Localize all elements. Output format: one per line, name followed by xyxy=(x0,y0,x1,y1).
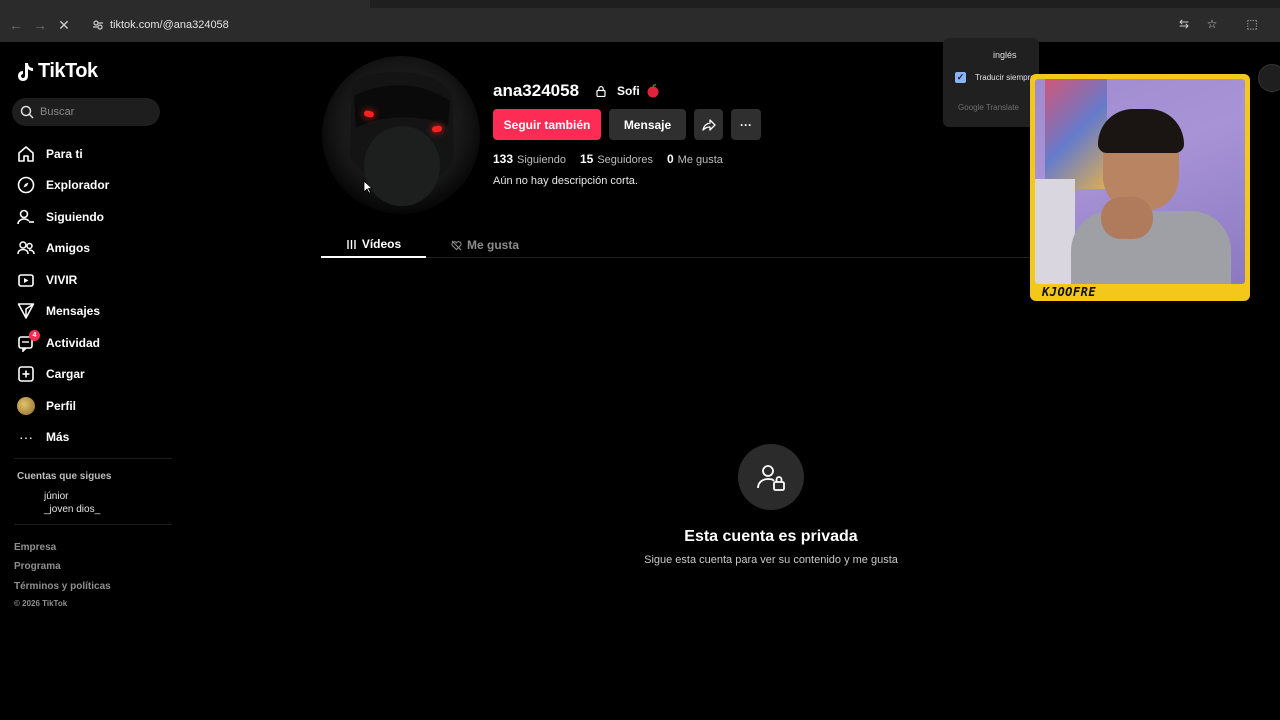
following-account[interactable]: júnior xyxy=(44,491,68,502)
follow-back-button[interactable]: Seguir también xyxy=(493,109,601,140)
following-accounts-title: Cuentas que sigues xyxy=(17,471,112,482)
address-bar: ← → ✕ tiktok.com/@ana324058 ⇆ ☆ ⬚ xyxy=(0,8,1280,42)
translate-icon[interactable]: ⇆ xyxy=(1176,16,1192,32)
user-follow-icon xyxy=(16,207,36,227)
footer-link-terminos[interactable]: Términos y políticas xyxy=(14,581,111,592)
sidebar-nav: Para ti Explorador Siguiendo Amigos VIVI… xyxy=(16,138,109,453)
profile-tabs: Vídeos Me gusta xyxy=(321,232,1041,258)
notification-badge: 4 xyxy=(29,330,40,341)
home-icon xyxy=(16,144,36,164)
footer-link-programa[interactable]: Programa xyxy=(14,561,61,572)
send-icon xyxy=(16,301,36,321)
sidebar-item-siguiendo[interactable]: Siguiendo xyxy=(16,201,109,233)
browser-tab[interactable] xyxy=(0,0,370,8)
stat-followers[interactable]: 15 Seguidores xyxy=(580,150,653,168)
divider xyxy=(14,458,172,459)
sidebar-item-label: Cargar xyxy=(46,367,85,382)
site-info-icon[interactable] xyxy=(92,19,104,31)
sidebar: TikTok Para ti Explorador Siguiendo Amig… xyxy=(0,42,178,720)
stop-icon[interactable]: ✕ xyxy=(52,13,76,37)
translate-language[interactable]: inglés xyxy=(993,50,1017,60)
back-icon[interactable]: ← xyxy=(4,13,28,37)
search-box[interactable] xyxy=(12,98,160,126)
tiktok-note-icon xyxy=(18,62,33,81)
divider xyxy=(14,524,172,525)
sidebar-item-label: Perfil xyxy=(46,398,77,413)
message-button[interactable]: Mensaje xyxy=(609,109,686,140)
profile-nickname: Sofi xyxy=(617,84,640,98)
search-input[interactable] xyxy=(40,106,150,118)
apple-emoji-icon xyxy=(647,84,659,98)
tab-likes-label: Me gusta xyxy=(467,238,520,252)
private-account-badge xyxy=(738,444,804,510)
sidebar-item-mensajes[interactable]: Mensajes xyxy=(16,296,109,328)
mouse-cursor-icon xyxy=(363,180,373,194)
share-icon xyxy=(701,118,716,131)
google-translate-brand: Google Translate xyxy=(958,103,1019,112)
sidebar-item-perfil[interactable]: Perfil xyxy=(16,390,109,422)
tab-videos[interactable]: Vídeos xyxy=(321,232,426,258)
sidebar-item-label: Más xyxy=(46,430,70,445)
profile-stats: 133 Siguiendo 15 Seguidores 0 Me gusta xyxy=(493,150,723,168)
share-button[interactable] xyxy=(694,109,723,140)
sidebar-item-label: Explorador xyxy=(46,178,110,193)
stat-following[interactable]: 133 Siguiendo xyxy=(493,150,566,168)
tiktok-page: TikTok Para ti Explorador Siguiendo Amig… xyxy=(0,38,1280,720)
webcam-overlay: KJOOFRE xyxy=(1030,74,1250,301)
sidebar-item-label: Siguiendo xyxy=(46,209,104,224)
grid-icon xyxy=(347,239,356,249)
tiktok-logo[interactable]: TikTok xyxy=(16,60,98,83)
forward-icon[interactable]: → xyxy=(28,13,52,37)
sidebar-item-actividad[interactable]: 4 Actividad xyxy=(16,327,109,359)
profile-username: ana324058 xyxy=(493,81,580,100)
more-options-button[interactable]: ··· xyxy=(731,109,761,140)
tab-videos-label: Vídeos xyxy=(361,237,402,251)
browser-actions: ⇆ ☆ ⬚ xyxy=(1176,16,1260,32)
url-field[interactable]: tiktok.com/@ana324058 xyxy=(86,13,1266,37)
following-account[interactable]: _joven dios_ xyxy=(44,504,100,515)
stat-likes: 0 Me gusta xyxy=(666,152,723,166)
avatar xyxy=(16,396,36,416)
more-icon: ··· xyxy=(19,429,33,446)
footer-link-empresa[interactable]: Empresa xyxy=(14,542,56,553)
tab-likes[interactable]: Me gusta xyxy=(451,232,519,258)
sidebar-item-mas[interactable]: ··· Más xyxy=(16,422,109,454)
private-account-title: Esta cuenta es privada xyxy=(684,528,858,545)
live-icon xyxy=(16,270,36,290)
plus-square-icon xyxy=(16,364,36,384)
sidebar-item-cargar[interactable]: Cargar xyxy=(16,359,109,391)
sidebar-item-label: Mensajes xyxy=(46,304,101,319)
side-action-button[interactable] xyxy=(1258,64,1280,92)
friends-icon xyxy=(16,238,36,258)
sidebar-item-explorador[interactable]: Explorador xyxy=(16,170,109,202)
lock-icon xyxy=(596,86,606,97)
sidebar-item-label: Para ti xyxy=(46,146,83,161)
sidebar-item-label: VIVIR xyxy=(46,272,78,287)
sidebar-item-label: Actividad xyxy=(46,335,101,350)
user-lock-icon xyxy=(757,465,785,491)
translate-always-checkbox[interactable]: ✓ xyxy=(955,72,966,83)
logo-text: TikTok xyxy=(38,60,98,82)
streamer-name: KJOOFRE xyxy=(1042,285,1097,299)
webcam-feed xyxy=(1035,79,1245,284)
sidebar-item-amigos[interactable]: Amigos xyxy=(16,233,109,265)
sidebar-item-para-ti[interactable]: Para ti xyxy=(16,138,109,170)
copyright: © 2026 TikTok xyxy=(14,599,68,608)
translate-popup: inglés ✓ Traducir siempre Google Transla… xyxy=(943,38,1039,127)
profile-avatar xyxy=(322,56,480,214)
url-text: tiktok.com/@ana324058 xyxy=(110,19,229,31)
sidebar-item-label: Amigos xyxy=(46,241,91,256)
bookmark-star-icon[interactable]: ☆ xyxy=(1204,16,1220,32)
browser-tab-strip xyxy=(0,0,1280,8)
compass-icon xyxy=(16,175,36,195)
sidebar-item-vivir[interactable]: VIVIR xyxy=(16,264,109,296)
hidden-heart-icon xyxy=(451,240,462,250)
profile-bio: Aún no hay descripción corta. xyxy=(493,175,638,187)
private-account-subtitle: Sigue esta cuenta para ver su contenido … xyxy=(644,554,898,566)
extensions-icon[interactable]: ⬚ xyxy=(1244,16,1260,32)
search-icon xyxy=(20,105,34,119)
